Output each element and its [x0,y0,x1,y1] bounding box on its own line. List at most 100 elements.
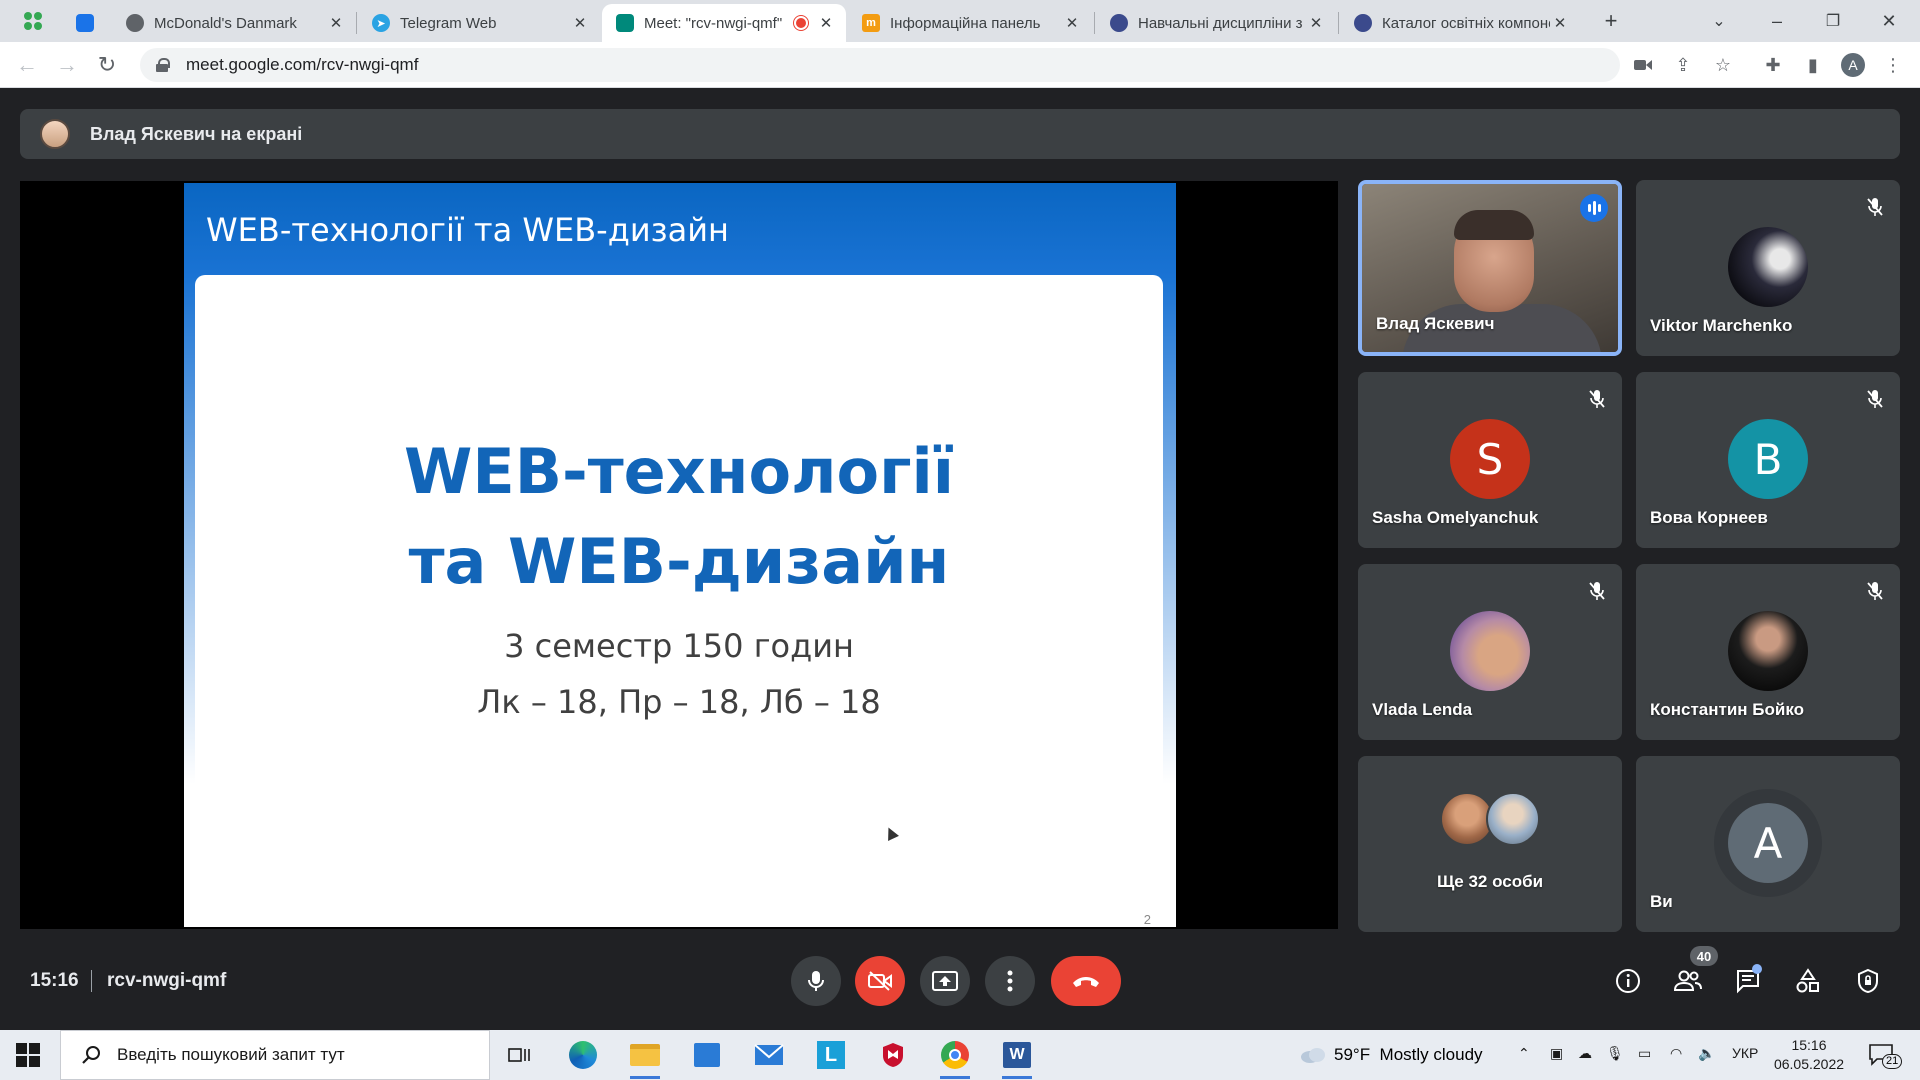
microphone-tray-icon[interactable]: 🎙 [1606,1045,1624,1062]
profile-avatar[interactable]: A [1840,52,1866,78]
moodle-icon: m [862,14,880,32]
volume-icon[interactable]: 🔈 [1698,1045,1715,1062]
notification-count-badge: 21 [1882,1054,1903,1069]
speaking-indicator-icon [1580,194,1608,222]
tab-info-panel[interactable]: m Інформаційна панель ✕ [848,4,1092,42]
file-explorer-icon[interactable] [626,1037,664,1079]
presenter-banner: Влад Яскевич на екрані [20,109,1900,159]
slide-card: WEB-технології та WEB-дизайн 3 семестр 1… [195,275,1163,927]
tab-search-icon[interactable]: ⌄ [1704,6,1734,36]
task-view-icon[interactable] [500,1037,538,1073]
participant-avatar: A [1728,803,1808,883]
host-controls-button[interactable] [1848,961,1888,1001]
tray-app-icon[interactable]: ▣ [1550,1045,1563,1062]
word-icon[interactable]: W [998,1037,1036,1079]
microphone-button[interactable] [791,956,841,1006]
participant-avatar [1728,611,1808,691]
show-hidden-icons[interactable]: ⌃ [1518,1045,1530,1062]
onedrive-icon[interactable]: ☁ [1578,1045,1592,1062]
participant-tile-more[interactable]: Ще 32 особи [1358,756,1622,932]
more-options-button[interactable] [985,956,1035,1006]
slide-title-line1: WEB-технології [403,435,955,508]
apps-grid-icon[interactable] [18,6,48,36]
tab-strip: McDonald's Danmark ✕ ➤ Telegram Web ✕ Me… [0,0,1920,42]
minimize-button[interactable]: – [1762,6,1792,36]
windows-start-icon[interactable] [16,1043,40,1067]
tab-divider [1094,12,1095,34]
close-tab-icon[interactable]: ✕ [1550,14,1570,32]
taskbar-clock[interactable]: 15:16 06.05.2022 [1773,1036,1845,1074]
meeting-clock: 15:16 [30,970,79,991]
tab-meet[interactable]: Meet: "rcv-nwgi-qmf" ✕ [602,4,846,42]
weather-widget[interactable]: 59°F Mostly cloudy [1300,1045,1483,1065]
restore-button[interactable]: ❐ [1818,6,1848,36]
tab-telegram[interactable]: ➤ Telegram Web ✕ [358,4,600,42]
lingvo-app-icon[interactable]: L [812,1037,850,1073]
tab-disciplines[interactable]: Навчальні дисципліни з ✕ [1096,4,1336,42]
input-language[interactable]: УКР [1732,1045,1758,1061]
camera-off-button[interactable] [855,956,905,1006]
share-icon[interactable]: ⇪ [1670,52,1696,78]
screen-share-stage[interactable]: WEB-технології та WEB-дизайн WEB-техноло… [20,181,1338,929]
slide-subtitle-line1: 3 семестр 150 годин [504,627,854,665]
participant-tile-self[interactable]: A Ви [1636,756,1900,932]
close-tab-icon[interactable]: ✕ [816,14,836,32]
university-icon [1354,14,1372,32]
meeting-details-button[interactable] [1608,961,1648,1001]
control-divider [91,970,92,992]
taskbar-search-box[interactable]: Введіть пошуковий запит тут [60,1030,490,1080]
mic-off-icon [1862,194,1888,220]
windows-taskbar: Введіть пошуковий запит тут L W 59°F Mos… [0,1030,1920,1080]
participant-avatar: В [1728,419,1808,499]
leave-call-button[interactable] [1051,956,1121,1006]
tab-pinned[interactable] [62,4,112,42]
slide-header: WEB-технології та WEB-дизайн [206,211,729,249]
extensions-icon[interactable]: ✚ [1760,52,1786,78]
tab-catalog[interactable]: Каталог освітніх компонентів ✕ [1340,4,1580,42]
tab-mcdonalds[interactable]: McDonald's Danmark ✕ [112,4,356,42]
new-tab-button[interactable]: + [1596,6,1626,36]
participant-count-badge: 40 [1690,946,1718,966]
mcafee-icon[interactable] [874,1037,912,1073]
menu-kebab-icon[interactable]: ⋮ [1880,52,1906,78]
microsoft-store-icon[interactable] [688,1037,726,1073]
participant-tile-viktor[interactable]: Viktor Marchenko [1636,180,1900,356]
telegram-icon: ➤ [372,14,390,32]
participant-avatar [1728,227,1808,307]
close-window-button[interactable]: ✕ [1874,6,1904,36]
bookmark-star-icon[interactable]: ☆ [1710,52,1736,78]
edge-icon[interactable] [564,1037,602,1073]
search-icon [82,1046,100,1064]
address-bar[interactable]: meet.google.com/rcv-nwgi-qmf [140,48,1620,82]
side-panel-icon[interactable]: ▮ [1800,52,1826,78]
close-tab-icon[interactable]: ✕ [570,14,590,32]
chat-button[interactable] [1728,961,1768,1001]
reload-button[interactable]: ↻ [92,50,122,80]
forward-button[interactable]: → [52,50,82,80]
wifi-icon[interactable]: ◠ [1670,1045,1682,1062]
battery-icon[interactable]: ▭ [1638,1045,1651,1062]
participant-tile-vlad[interactable]: Влад Яскевич [1358,180,1622,356]
present-screen-button[interactable] [920,956,970,1006]
meet-app: Влад Яскевич на екрані WEB-технології та… [0,88,1920,1030]
close-tab-icon[interactable]: ✕ [326,14,346,32]
activities-button[interactable] [1788,961,1828,1001]
back-button[interactable]: ← [12,50,42,80]
close-tab-icon[interactable]: ✕ [1062,14,1082,32]
participant-tile-vova[interactable]: В Вова Корнеев [1636,372,1900,548]
close-tab-icon[interactable]: ✕ [1306,14,1326,32]
mic-off-icon [1584,386,1610,412]
notification-center-icon[interactable]: 21 [1868,1042,1903,1069]
people-button[interactable] [1668,961,1708,1001]
participant-tile-kostiantyn[interactable]: Константин Бойко [1636,564,1900,740]
participant-tile-sasha[interactable]: S Sasha Omelyanchuk [1358,372,1622,548]
meet-icon [616,14,634,32]
chrome-icon[interactable] [936,1037,974,1079]
participant-name: Sasha Omelyanchuk [1372,508,1539,527]
lock-icon [156,58,170,72]
participant-name: Вова Корнеев [1650,508,1768,527]
participant-tile-vlada[interactable]: Vlada Lenda [1358,564,1622,740]
mail-icon[interactable] [750,1037,788,1073]
university-icon [1110,14,1128,32]
camera-in-use-icon[interactable] [1630,52,1656,78]
